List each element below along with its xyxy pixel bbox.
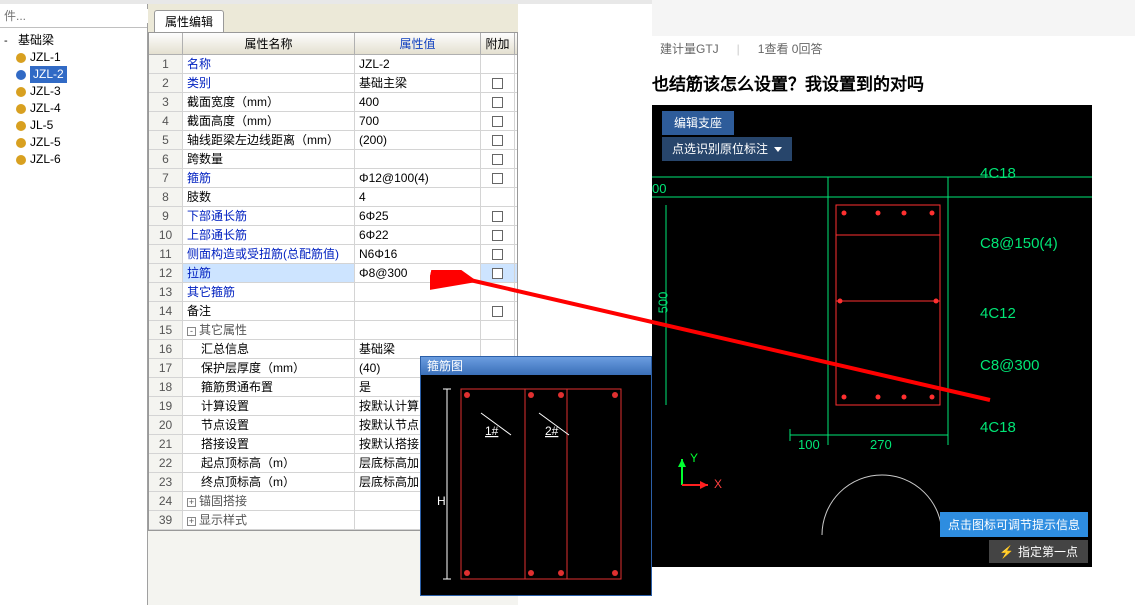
- property-row[interactable]: 6跨数量: [149, 150, 517, 169]
- stirrup-H: H: [437, 494, 446, 508]
- additional-checkbox[interactable]: [492, 154, 503, 165]
- property-row[interactable]: 9下部通长筋6Φ25: [149, 207, 517, 226]
- tree-item-jzl5[interactable]: JZL-5: [0, 134, 147, 151]
- crumb-item[interactable]: 建计量GTJ: [660, 36, 719, 62]
- additional-checkbox[interactable]: [492, 97, 503, 108]
- breadcrumb: 建计量GTJ | 1查看 0回答: [652, 36, 1135, 62]
- tree-list: 基础梁 JZL-1 JZL-2 JZL-3 JZL-4 JL-5 JZL-5 J…: [0, 28, 147, 172]
- anno-top-rebar: 4C18: [980, 165, 1016, 182]
- property-row[interactable]: 10上部通长筋6Φ22: [149, 226, 517, 245]
- additional-checkbox[interactable]: [492, 78, 503, 89]
- anno-c8-300: C8@300: [980, 357, 1039, 374]
- property-row[interactable]: 12拉筋Φ8@300: [149, 264, 517, 283]
- dim-600: 00: [652, 181, 666, 196]
- svg-text:1#: 1#: [485, 424, 499, 438]
- right-browser-panel: 建计量GTJ | 1查看 0回答 也结筋该怎么设置？我设置到的对吗 编辑支座 点…: [652, 0, 1135, 605]
- stirrup-canvas: 1# 2# H: [421, 375, 651, 597]
- property-header: 属性名称 属性值 附加: [149, 33, 517, 55]
- anno-bottom-rebar: 4C18: [980, 419, 1016, 436]
- additional-checkbox[interactable]: [492, 249, 503, 260]
- dim-270: 270: [870, 437, 892, 452]
- additional-checkbox[interactable]: [492, 211, 503, 222]
- crumb-stats: 1查看 0回答: [758, 36, 823, 62]
- svg-text:2#: 2#: [545, 424, 559, 438]
- axis-y: Y: [690, 451, 698, 465]
- property-row[interactable]: 11侧面构造或受扭筋(总配筋值)N6Φ16: [149, 245, 517, 264]
- search-input[interactable]: [4, 9, 159, 23]
- property-tabs: 属性编辑: [148, 4, 518, 32]
- tree-item-jzl6[interactable]: JZL-6: [0, 151, 147, 168]
- anno-c8-150: C8@150(4): [980, 235, 1058, 252]
- additional-checkbox[interactable]: [492, 173, 503, 184]
- tree-item-jl5[interactable]: JL-5: [0, 117, 147, 134]
- dim-100: 100: [798, 437, 820, 452]
- additional-checkbox[interactable]: [492, 135, 503, 146]
- anno-4c12: 4C12: [980, 305, 1016, 322]
- property-row[interactable]: 5轴线距梁左边线距离（mm）(200): [149, 131, 517, 150]
- property-row[interactable]: 2类别基础主梁: [149, 74, 517, 93]
- stirrup-diagram-popup: 箍筋图 1# 2# H: [420, 356, 652, 596]
- stirrup-label-1: 1#: [485, 424, 499, 438]
- component-tree-panel: 基础梁 JZL-1 JZL-2 JZL-3 JZL-4 JL-5 JZL-5 J…: [0, 4, 148, 605]
- tab-property-edit[interactable]: 属性编辑: [154, 10, 224, 32]
- property-row[interactable]: 8肢数4: [149, 188, 517, 207]
- header-add: 附加: [481, 33, 515, 54]
- tree-item-jzl3[interactable]: JZL-3: [0, 83, 147, 100]
- property-row[interactable]: 14备注: [149, 302, 517, 321]
- additional-checkbox[interactable]: [492, 268, 503, 279]
- lightning-icon: ⚡: [999, 545, 1014, 559]
- additional-checkbox[interactable]: [492, 306, 503, 317]
- additional-checkbox[interactable]: [492, 116, 503, 127]
- stirrup-label-2: 2#: [545, 424, 559, 438]
- tree-search-row: [0, 4, 147, 28]
- cad-hint-bubble[interactable]: 点击图标可调节提示信息: [940, 512, 1088, 537]
- header-name: 属性名称: [183, 33, 355, 54]
- axis-x: X: [714, 477, 722, 491]
- dim-500: 500: [655, 292, 670, 314]
- tree-item-jzl2[interactable]: JZL-2: [0, 66, 147, 83]
- cad-viewport[interactable]: 编辑支座 点选识别原位标注: [652, 105, 1092, 567]
- header-value: 属性值: [355, 33, 481, 54]
- property-row[interactable]: 3截面宽度（mm）400: [149, 93, 517, 112]
- cad-footer-prompt: ⚡指定第一点: [989, 540, 1088, 563]
- property-row[interactable]: 15-其它属性: [149, 321, 517, 340]
- additional-checkbox[interactable]: [492, 230, 503, 241]
- property-row[interactable]: 7箍筋Φ12@100(4): [149, 169, 517, 188]
- tree-item-jzl4[interactable]: JZL-4: [0, 100, 147, 117]
- property-row[interactable]: 4截面高度（mm）700: [149, 112, 517, 131]
- tree-root[interactable]: 基础梁: [0, 32, 147, 49]
- tree-item-jzl1[interactable]: JZL-1: [0, 49, 147, 66]
- stirrup-popup-title: 箍筋图: [421, 357, 651, 375]
- property-row[interactable]: 13其它箍筋: [149, 283, 517, 302]
- question-title: 也结筋该怎么设置？我设置到的对吗: [652, 62, 1135, 105]
- property-row[interactable]: 1名称JZL-2: [149, 55, 517, 74]
